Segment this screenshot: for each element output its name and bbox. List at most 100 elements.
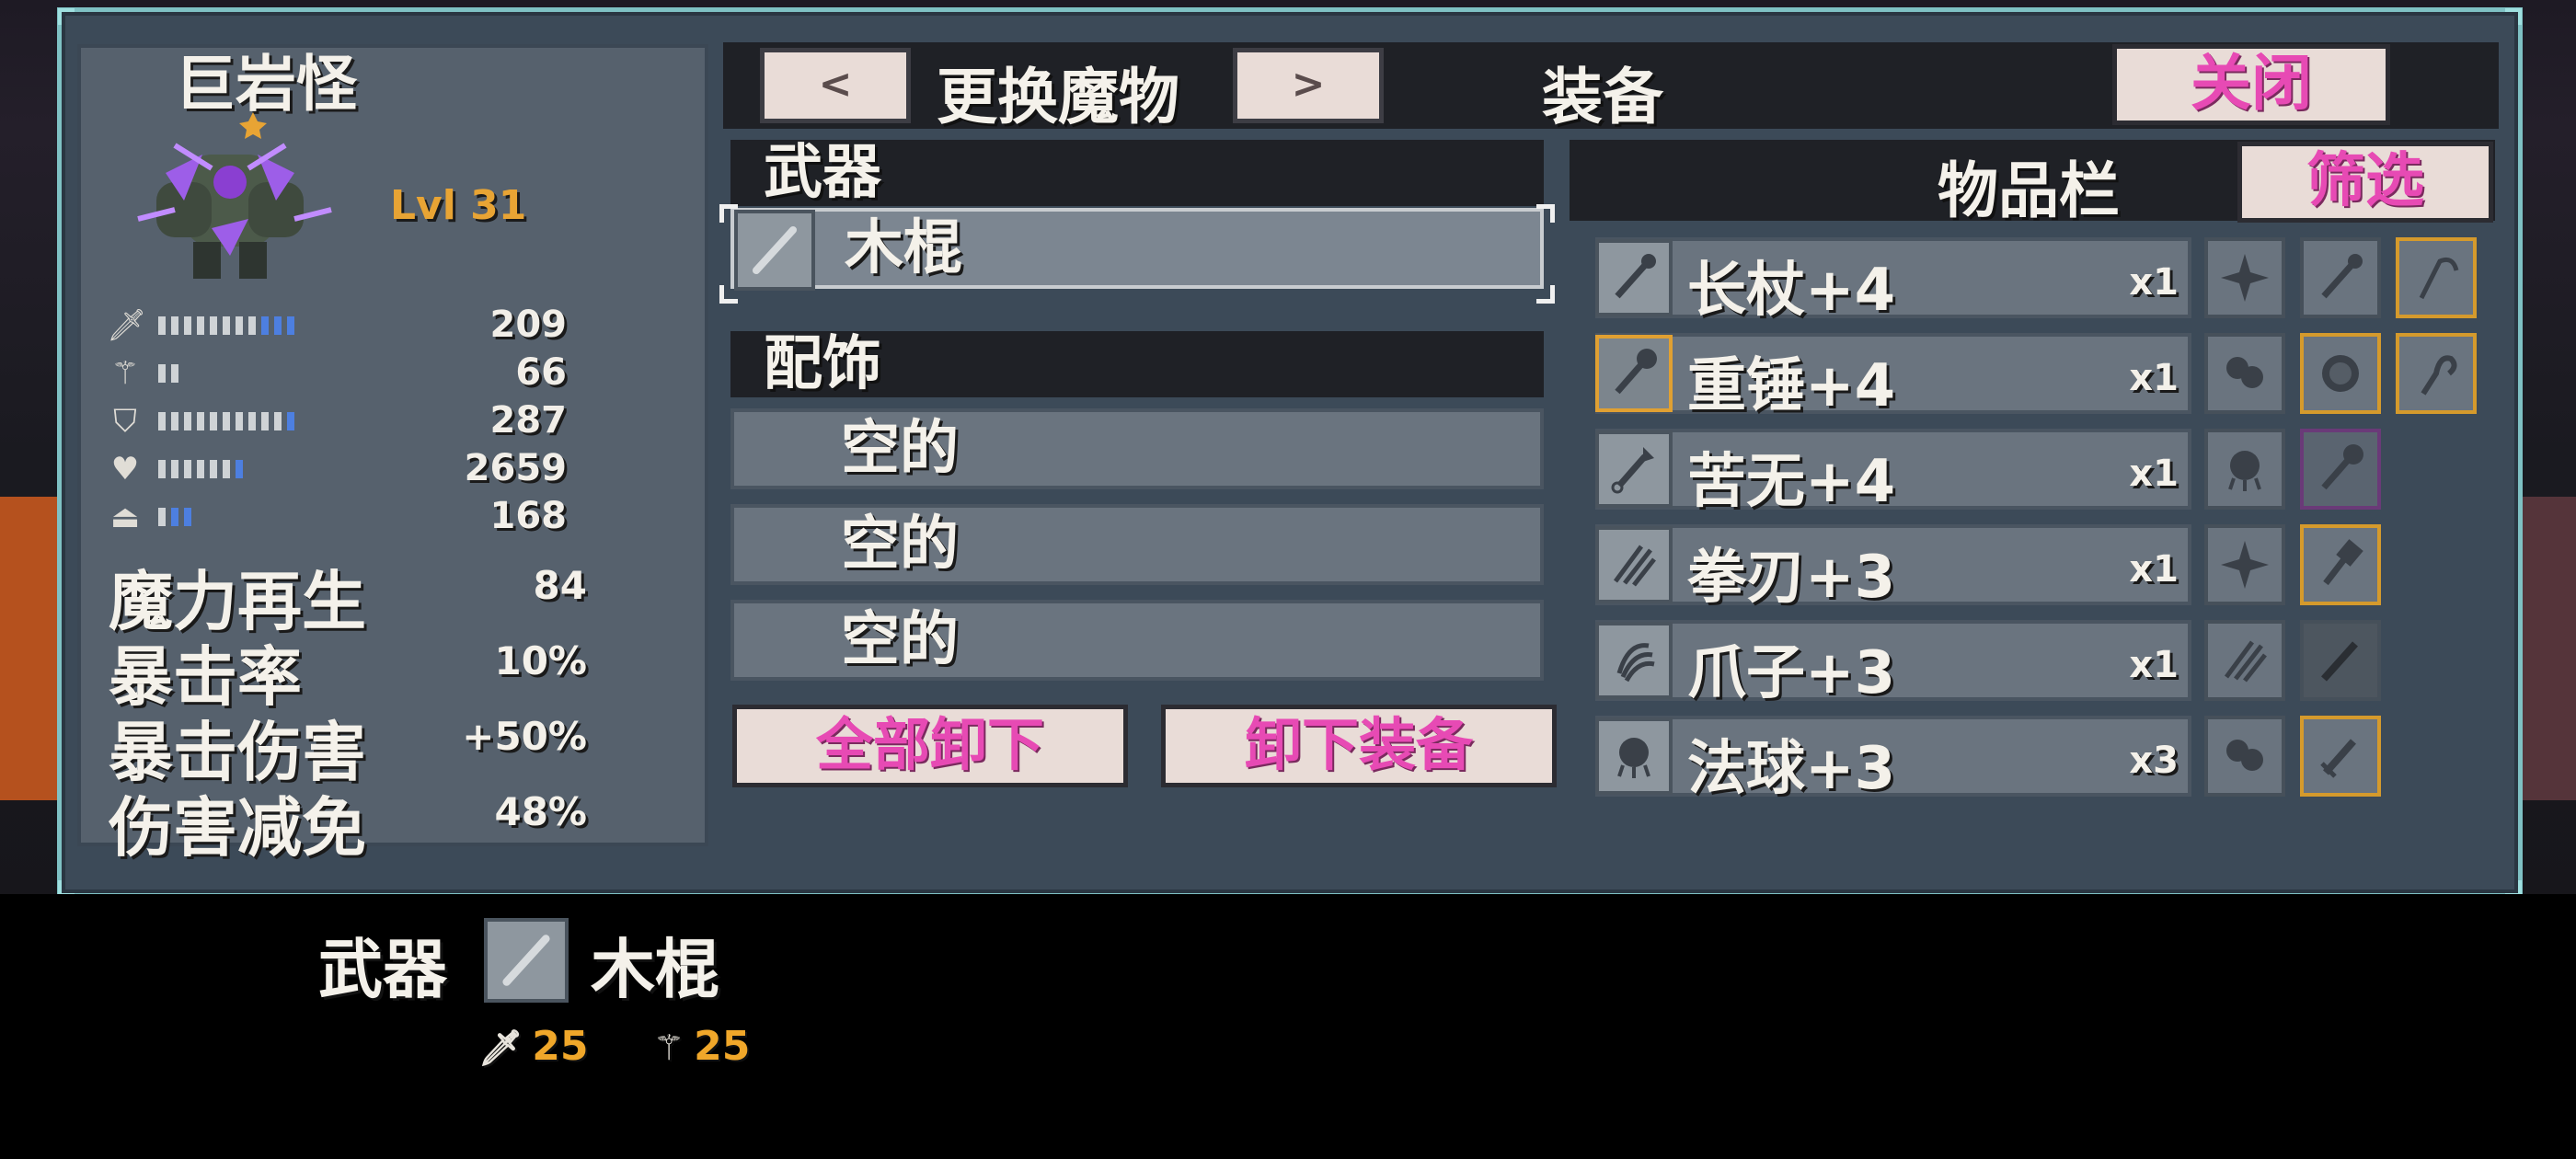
- stat-label: 伤害减免: [109, 790, 366, 866]
- filter-button[interactable]: 筛选: [2237, 142, 2493, 223]
- selection-corner: [719, 204, 738, 223]
- stat-bar: [158, 508, 191, 526]
- prev-monster-button[interactable]: <: [760, 48, 911, 123]
- weapon-item-name: 木棍: [845, 214, 962, 282]
- inventory-item-qty: x1: [2129, 548, 2179, 591]
- stat-bar-segment: [287, 412, 294, 430]
- selection-corner: [719, 285, 738, 304]
- stat-value: 84: [533, 563, 587, 608]
- inventory-header: 物品栏 筛选: [1570, 140, 2495, 226]
- stat-row: ⏏ 168: [107, 495, 567, 537]
- stat-bar-segment: [223, 316, 230, 335]
- heart-icon: ♥: [110, 451, 140, 488]
- accessory-slot[interactable]: 空的: [730, 600, 1544, 681]
- inventory-item-qty: x1: [2129, 644, 2179, 686]
- staff-icon: [1595, 239, 1673, 316]
- mace-icon[interactable]: [2300, 429, 2381, 510]
- orb-icon: [1595, 717, 1673, 795]
- corner-decoration: [2505, 8, 2522, 25]
- background-wall: [2521, 497, 2576, 800]
- claw-icon: [1595, 622, 1673, 699]
- dagger-icon[interactable]: [2300, 716, 2381, 797]
- tooltip-item-name: 木棍: [591, 932, 719, 1007]
- next-monster-button[interactable]: >: [1233, 48, 1384, 123]
- stat-value: 66: [515, 351, 567, 394]
- monster-portrait: [137, 112, 332, 279]
- accessory-slot[interactable]: 空的: [730, 408, 1544, 489]
- stat-bar-segment: [223, 460, 230, 478]
- stat-bar-segment: [236, 412, 243, 430]
- top-bar: < 更换魔物 > 装备 关闭: [723, 42, 2499, 132]
- weapon-header: 武器: [730, 140, 1544, 206]
- accessory-slot[interactable]: 空的: [730, 504, 1544, 585]
- stat-damage-reduction: 伤害减免 48%: [109, 776, 587, 866]
- weapon-slot[interactable]: 木棍: [730, 208, 1544, 291]
- inventory-item-qty: x1: [2129, 357, 2179, 399]
- stat-bar-segment: [248, 316, 256, 335]
- cloth-icon[interactable]: [2204, 716, 2285, 797]
- shield-orb-icon[interactable]: [2300, 333, 2381, 414]
- selection-corner: [1536, 285, 1555, 304]
- stat-bar-segment: [261, 412, 269, 430]
- magic-value: 25: [694, 1023, 751, 1070]
- stat-bar-segment: [210, 412, 217, 430]
- shuriken-icon[interactable]: [2204, 524, 2285, 605]
- inventory-item-name: 法球+3: [1687, 735, 1896, 803]
- stat-bar-segment: [287, 316, 294, 335]
- stat-value: 287: [489, 399, 568, 442]
- inventory-item-name: 重锤+4: [1687, 352, 1896, 420]
- stat-bar-segment: [236, 316, 243, 335]
- kunai-icon: [1595, 430, 1673, 508]
- stat-bar-segment: [236, 460, 243, 478]
- scythe-icon[interactable]: [2396, 237, 2477, 318]
- stat-bar-segment: [158, 364, 166, 383]
- stat-value: 48%: [494, 789, 587, 834]
- staff-icon[interactable]: [2300, 237, 2381, 318]
- stat-bar-segment: [184, 460, 191, 478]
- unequip-all-button[interactable]: 全部卸下: [732, 705, 1128, 787]
- inventory-item-qty: x1: [2129, 453, 2179, 495]
- sword-icon: 🗡: [107, 307, 147, 344]
- stat-bar-segment: [261, 316, 269, 335]
- stat-bar-segment: [248, 412, 256, 430]
- inventory-item-row[interactable]: 法球+3 x3: [1595, 716, 2191, 803]
- unequip-button[interactable]: 卸下装备: [1161, 705, 1557, 787]
- stat-bar-segment: [197, 460, 204, 478]
- corner-decoration: [58, 8, 75, 25]
- katar-icon: [1595, 526, 1673, 603]
- stat-row: 🗡 209: [107, 304, 567, 346]
- stat-bar-segment: [171, 460, 178, 478]
- shuriken-icon[interactable]: [2204, 237, 2285, 318]
- tooltip-attack-stat: 🗡 25: [478, 1023, 588, 1070]
- inventory-item-name: 拳刃+3: [1687, 544, 1896, 612]
- sword-icon: 🗡: [478, 1027, 523, 1068]
- stat-bar: [158, 364, 178, 383]
- stat-bar-segment: [158, 412, 166, 430]
- inventory-item-row[interactable]: 拳刃+3 x1: [1595, 524, 2191, 612]
- orb-icon[interactable]: [2204, 429, 2285, 510]
- inventory-item-row[interactable]: 爪子+3 x1: [1595, 620, 2191, 707]
- hook-icon[interactable]: [2396, 333, 2477, 414]
- stat-mana-regen: 魔力再生 84: [109, 550, 587, 639]
- inventory-item-row[interactable]: 长杖+4 x1: [1595, 237, 2191, 325]
- inventory-item-qty: x1: [2129, 261, 2179, 304]
- sword-icon[interactable]: [2300, 620, 2381, 701]
- inventory-item-row[interactable]: 苦无+4 x1: [1595, 429, 2191, 516]
- cloth-icon[interactable]: [2204, 333, 2285, 414]
- stat-bar-segment: [158, 460, 166, 478]
- selection-corner: [1536, 204, 1555, 223]
- stat-bar-segment: [171, 316, 178, 335]
- stat-bar-segment: [158, 316, 166, 335]
- inventory-item-row[interactable]: 重锤+4 x1: [1595, 333, 2191, 420]
- stat-value: +50%: [462, 714, 587, 759]
- close-button[interactable]: 关闭: [2112, 44, 2390, 125]
- stat-value: 10%: [494, 638, 587, 683]
- equipment-title: 装备: [1542, 62, 1663, 132]
- stat-bar-segment: [197, 412, 204, 430]
- stat-value: 168: [489, 495, 568, 537]
- staff-icon: ⚚: [653, 1027, 685, 1068]
- katar-icon[interactable]: [2204, 620, 2285, 701]
- hammer-icon[interactable]: [2300, 524, 2381, 605]
- stat-bar-segment: [171, 412, 178, 430]
- stat-row: ⛉ 287: [107, 399, 567, 442]
